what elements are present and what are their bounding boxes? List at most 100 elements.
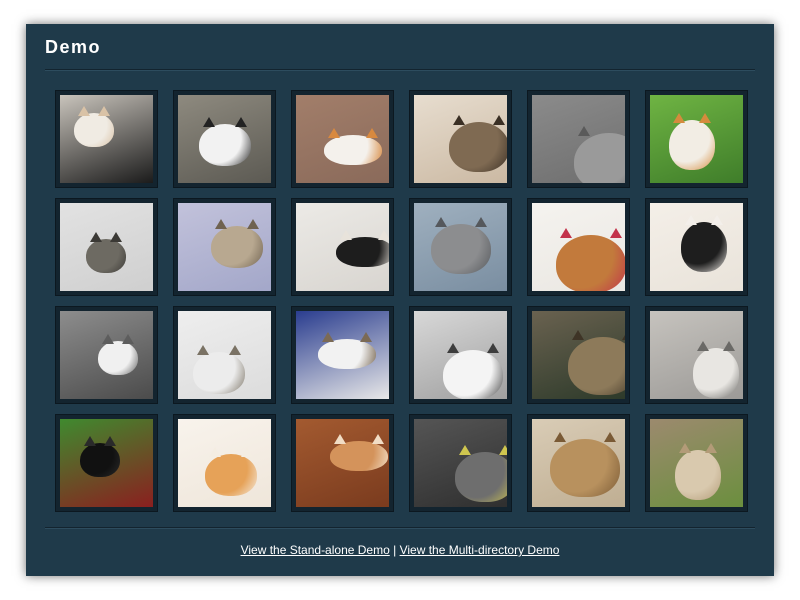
cat-photo (532, 311, 625, 399)
cat-ear (699, 113, 711, 123)
gallery-thumbnail[interactable] (173, 306, 276, 404)
cat-shape (675, 450, 721, 500)
cat-ear (578, 126, 590, 136)
cat-shape (336, 237, 389, 267)
cat-photo (650, 203, 743, 291)
cat-ear (554, 432, 566, 442)
footer-separator: | (393, 543, 397, 557)
cat-photo (414, 311, 507, 399)
cat-photo (650, 95, 743, 183)
cat-photo (650, 419, 743, 507)
cat-shape (550, 439, 620, 497)
cat-ear (334, 434, 346, 444)
cat-photo (296, 203, 389, 291)
cat-photo (296, 95, 389, 183)
multi-directory-demo-link[interactable]: View the Multi-directory Demo (400, 543, 560, 557)
cat-shape (98, 341, 138, 375)
cat-photo (60, 203, 153, 291)
cat-ear (122, 334, 134, 344)
cat-shape (556, 235, 625, 291)
cat-ear (104, 436, 116, 446)
gallery-thumbnail[interactable] (409, 306, 512, 404)
cat-ear (572, 330, 584, 340)
gallery-thumbnail[interactable] (645, 306, 748, 404)
cat-photo (60, 95, 153, 183)
gallery-thumbnail[interactable] (645, 90, 748, 188)
cat-ear (604, 432, 616, 442)
gallery-thumbnail[interactable] (173, 414, 276, 512)
gallery-thumbnail[interactable] (527, 306, 630, 404)
gallery-thumbnail[interactable] (173, 90, 276, 188)
gallery-thumbnail[interactable] (291, 414, 394, 512)
cat-ear (453, 115, 465, 125)
cat-ear (610, 228, 622, 238)
cat-photo (178, 419, 271, 507)
cat-ear (372, 434, 384, 444)
cat-ear (435, 217, 447, 227)
cat-ear (247, 219, 259, 229)
gallery-thumbnail[interactable] (527, 198, 630, 296)
page-title: Demo (45, 37, 102, 57)
cat-ear (560, 228, 572, 238)
cat-ear (366, 128, 378, 138)
cat-shape (330, 441, 388, 471)
cat-ear (475, 217, 487, 227)
cat-shape (681, 222, 727, 272)
cat-shape (693, 348, 739, 398)
cat-shape (80, 443, 120, 477)
gallery-thumbnail[interactable] (645, 198, 748, 296)
header-divider (45, 69, 755, 71)
cat-ear (110, 232, 122, 242)
cat-shape (443, 350, 503, 399)
cat-ear (78, 106, 90, 116)
cat-shape (669, 120, 715, 170)
cat-ear (84, 436, 96, 446)
cat-photo (650, 311, 743, 399)
cat-ear (679, 443, 691, 453)
gallery-thumbnail[interactable] (173, 198, 276, 296)
cat-ear (697, 341, 709, 351)
gallery-thumbnail[interactable] (527, 90, 630, 188)
gallery-thumbnail[interactable] (409, 414, 512, 512)
gallery-thumbnail[interactable] (55, 414, 158, 512)
cat-ear (215, 219, 227, 229)
cat-shape (431, 224, 491, 274)
cat-ear (197, 345, 209, 355)
cat-photo (414, 203, 507, 291)
cat-ear (203, 117, 215, 127)
cat-ear (493, 115, 505, 125)
cat-ear (328, 128, 340, 138)
gallery-thumbnail[interactable] (409, 90, 512, 188)
cat-ear (487, 343, 499, 353)
cat-ear (241, 447, 253, 457)
cat-shape (199, 124, 251, 166)
cat-photo (414, 95, 507, 183)
cat-ear (723, 341, 735, 351)
gallery-thumbnail[interactable] (55, 198, 158, 296)
gallery-thumbnail[interactable] (291, 90, 394, 188)
gallery-thumbnail[interactable] (55, 90, 158, 188)
cat-shape (86, 239, 126, 273)
cat-ear (378, 230, 389, 240)
cat-shape (74, 113, 114, 147)
cat-ear (685, 215, 697, 225)
footer-divider (45, 527, 755, 529)
cat-shape (455, 452, 507, 502)
cat-ear (209, 447, 221, 457)
cat-ear (229, 345, 241, 355)
cat-ear (322, 332, 334, 342)
gallery-thumbnail[interactable] (55, 306, 158, 404)
cat-shape (193, 352, 245, 394)
gallery-thumbnail[interactable] (409, 198, 512, 296)
demo-panel: Demo View the Stand-alone Demo | View th… (26, 24, 774, 576)
gallery-thumbnail[interactable] (291, 198, 394, 296)
cat-photo (296, 419, 389, 507)
cat-ear (360, 332, 372, 342)
cat-ear (98, 106, 110, 116)
standalone-demo-link[interactable]: View the Stand-alone Demo (241, 543, 390, 557)
gallery-thumbnail[interactable] (645, 414, 748, 512)
gallery-thumbnail[interactable] (291, 306, 394, 404)
gallery-thumbnail[interactable] (527, 414, 630, 512)
cat-photo (532, 203, 625, 291)
cat-photo (532, 419, 625, 507)
